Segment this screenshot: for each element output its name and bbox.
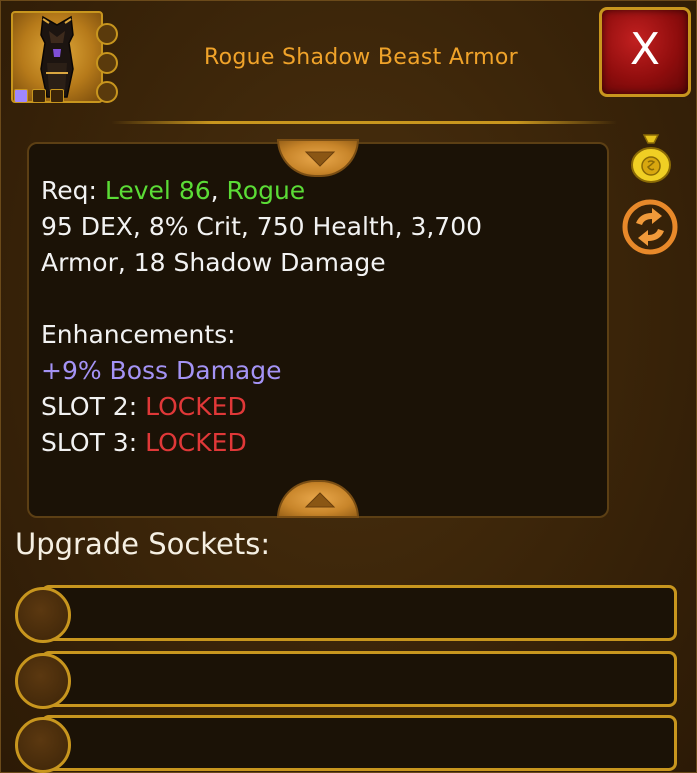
locked-status: LOCKED: [145, 428, 247, 457]
upgrade-socket-row-3[interactable]: [41, 715, 677, 771]
upgrade-sockets-label: Upgrade Sockets:: [15, 527, 271, 561]
rune-slot-2: [32, 89, 46, 103]
gem-slot-1: [96, 23, 118, 45]
enhancements-header: Enhancements:: [41, 320, 236, 349]
chevron-up-icon: [304, 492, 336, 508]
requirement-line: Req: Level 86, Rogue: [41, 176, 306, 205]
stat-line-2: Armor, 18 Shadow Damage: [41, 248, 386, 277]
enhancement-slot-2: SLOT 2: LOCKED: [41, 392, 247, 421]
stat-line-1: 95 DEX, 8% Crit, 750 Health, 3,700: [41, 212, 483, 241]
header-divider: [111, 121, 617, 124]
item-detail-panel: Rogue Shadow Beast Armor X Req: Level 86…: [0, 0, 697, 773]
upgrade-socket-slot-2[interactable]: [15, 653, 71, 709]
required-level: Level 86: [104, 176, 211, 205]
coin-bag-icon: [631, 134, 671, 183]
close-icon: X: [629, 24, 661, 75]
sell-button[interactable]: [628, 131, 674, 183]
chevron-down-icon: [304, 151, 336, 167]
gem-slot-2: [96, 52, 118, 74]
enhancement-slot-3: SLOT 3: LOCKED: [41, 428, 247, 457]
swap-arrows-icon: [622, 199, 678, 255]
locked-status: LOCKED: [145, 392, 247, 421]
required-class: Rogue: [226, 176, 306, 205]
item-stats-text: Req: Level 86, Rogue 95 DEX, 8% Crit, 75…: [41, 173, 601, 461]
item-title: Rogue Shadow Beast Armor: [203, 45, 519, 70]
upgrade-socket-slot-3[interactable]: [15, 717, 71, 773]
enhancement-slot-1: +9% Boss Damage: [41, 356, 282, 385]
upgrade-socket-slot-1[interactable]: [15, 587, 71, 643]
close-button[interactable]: X: [599, 7, 691, 97]
item-icon-frame[interactable]: [11, 11, 119, 106]
rune-slot-1: [14, 89, 28, 103]
swap-button[interactable]: [622, 199, 678, 255]
upgrade-socket-row-2[interactable]: [41, 651, 677, 707]
upgrade-socket-row-1[interactable]: [41, 585, 677, 641]
gem-slot-3: [96, 81, 118, 103]
rune-slot-3: [50, 89, 64, 103]
